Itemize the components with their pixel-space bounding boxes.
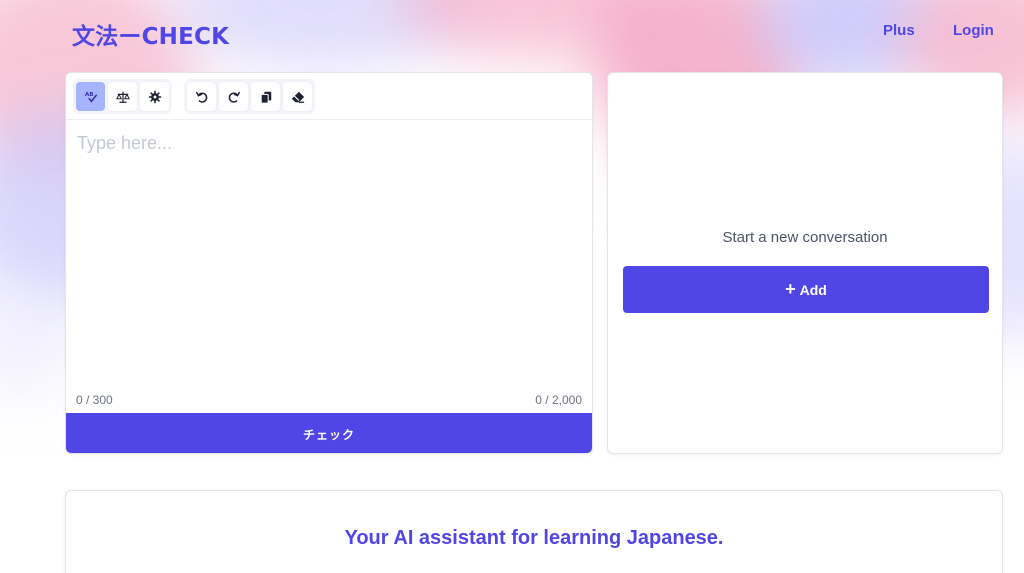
copy-button[interactable] xyxy=(251,82,280,111)
spell-check-icon: AB xyxy=(84,92,97,103)
info-card: Your AI assistant for learning Japanese. xyxy=(65,490,1003,573)
compare-button[interactable] xyxy=(108,82,137,111)
plus-icon: + xyxy=(785,278,796,299)
mode-tool-group: AB xyxy=(73,79,172,114)
tagline-heading: Your AI assistant for learning Japanese. xyxy=(344,527,724,549)
svg-text:AB: AB xyxy=(84,92,93,98)
copy-icon xyxy=(260,91,271,104)
top-header: 文法ーCHECK Plus Login xyxy=(0,0,1024,64)
add-conversation-button[interactable]: + Add xyxy=(623,266,989,313)
editor-card: AB Type here... 0 / 300 0 / 2,000 チェック xyxy=(65,72,593,454)
app-logo[interactable]: 文法ーCHECK xyxy=(72,17,229,51)
text-input[interactable] xyxy=(66,121,592,391)
add-button-label: Add xyxy=(799,281,827,298)
undo-button[interactable] xyxy=(187,82,216,111)
clear-button[interactable] xyxy=(283,82,312,111)
nav-login-link[interactable]: Login xyxy=(953,22,994,39)
check-button[interactable]: チェック xyxy=(66,413,592,453)
character-count: 0 / 300 xyxy=(76,393,113,407)
settings-button[interactable] xyxy=(140,82,169,111)
start-conversation-text: Start a new conversation xyxy=(722,229,888,246)
total-count: 0 / 2,000 xyxy=(535,393,582,407)
nav-plus-link[interactable]: Plus xyxy=(883,22,915,39)
settings-gear-icon xyxy=(148,90,161,103)
redo-icon xyxy=(228,91,240,103)
balance-scale-icon xyxy=(115,91,130,103)
edit-tool-group xyxy=(184,79,315,114)
spell-check-button[interactable]: AB xyxy=(76,82,105,111)
redo-button[interactable] xyxy=(219,82,248,111)
editor-toolbar: AB xyxy=(66,73,592,120)
undo-icon xyxy=(195,91,207,103)
eraser-icon xyxy=(291,91,304,103)
conversation-card: Start a new conversation + Add xyxy=(607,72,1003,454)
